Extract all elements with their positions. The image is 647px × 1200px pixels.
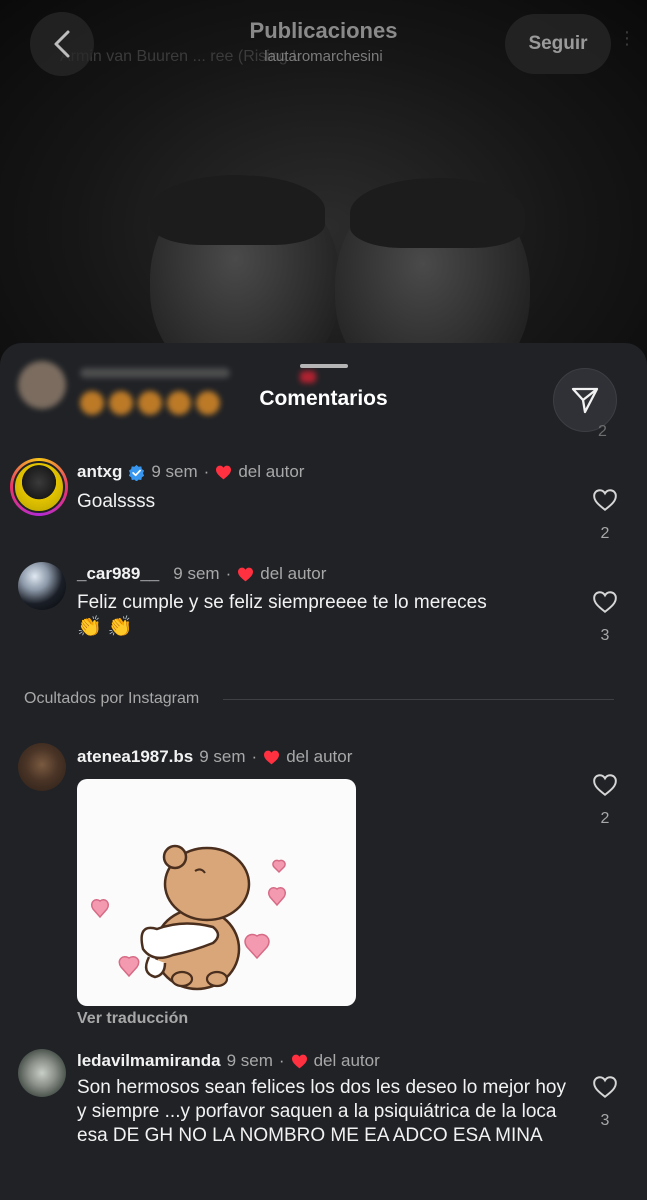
comment-time: 9 sem <box>226 1051 273 1070</box>
author-heart-icon <box>215 465 232 480</box>
like-count: 3 <box>600 627 610 644</box>
drag-handle[interactable] <box>300 364 348 368</box>
hidden-comments-label: Ocultados por Instagram <box>24 690 200 707</box>
author-like-label: del autor <box>260 564 327 583</box>
author-like-label: del autor <box>286 747 353 766</box>
see-translation-link[interactable]: Ver traducción <box>77 1010 188 1028</box>
avatar[interactable] <box>18 1049 66 1097</box>
avatar[interactable] <box>10 458 68 516</box>
person-left-hair <box>150 175 325 245</box>
comment-time: 9 sem <box>199 747 246 766</box>
sticker-image[interactable] <box>77 779 356 1006</box>
author-heart-icon <box>237 567 254 582</box>
verified-badge-icon <box>128 464 145 481</box>
comment-text: Goalssss <box>77 491 156 512</box>
comment-time: 9 sem <box>151 462 198 481</box>
comment-text: Son hermosos sean felices los dos les de… <box>77 1077 566 1146</box>
like-button[interactable]: 3 <box>590 1075 620 1130</box>
author-heart-icon <box>263 750 280 765</box>
ghost-like-count: 2 <box>598 423 607 440</box>
blurred-username <box>80 368 230 378</box>
comment-username[interactable]: antxg <box>77 462 122 482</box>
follow-button[interactable]: Seguir <box>505 14 611 74</box>
hidden-comments-divider[interactable]: Ocultados por Instagram <box>24 690 614 708</box>
heart-outline-icon <box>593 774 617 796</box>
like-count: 2 <box>600 525 610 542</box>
avatar[interactable] <box>18 562 66 610</box>
author-like-label: del autor <box>238 462 305 481</box>
comment-username[interactable]: ledavilmamiranda <box>77 1051 221 1071</box>
comment-meta: atenea1987.bs 9 sem · del autor <box>77 747 352 767</box>
comment-time: 9 sem <box>173 564 220 583</box>
heart-outline-icon <box>593 1076 617 1098</box>
separator-dot: · <box>278 1051 285 1070</box>
author-like-label: del autor <box>313 1051 380 1070</box>
comment-username[interactable]: atenea1987.bs <box>77 747 193 767</box>
bear-hug-sticker <box>90 844 287 991</box>
blurred-heart <box>300 371 316 383</box>
comment-meta: _car989__ 9 sem · del autor <box>77 564 326 584</box>
like-button[interactable]: 2 <box>590 773 620 828</box>
more-icon: ⋮ <box>618 28 636 48</box>
share-button[interactable] <box>553 368 617 432</box>
sheet-title: Comentarios <box>259 387 388 410</box>
separator-dot: · <box>203 462 210 481</box>
separator-dot: · <box>225 564 232 583</box>
person-right-hair <box>350 178 525 248</box>
blurred-comment-row <box>0 343 647 423</box>
like-button[interactable]: 3 <box>590 590 620 645</box>
avatar[interactable] <box>18 743 66 791</box>
like-button[interactable]: 2 <box>590 488 620 543</box>
like-count: 3 <box>600 1112 610 1129</box>
avatar-image <box>13 461 65 513</box>
divider-line <box>223 698 614 700</box>
author-heart-icon <box>291 1054 308 1069</box>
like-count: 2 <box>600 810 610 827</box>
clapping-hands-emoji: 👏 👏 <box>77 616 133 638</box>
separator-dot: · <box>251 747 258 766</box>
heart-outline-icon <box>593 489 617 511</box>
comment-username[interactable]: _car989__ <box>77 564 159 584</box>
top-bar: Armin van Buuren ... ree (Rising L Publi… <box>0 0 647 90</box>
comment-meta: antxg 9 sem · del autor <box>77 462 304 482</box>
comment-text: Feliz cumple y se feliz siempreeee te lo… <box>77 592 487 613</box>
comment-meta: ledavilmamiranda 9 sem · del autor <box>77 1051 380 1071</box>
heart-outline-icon <box>593 591 617 613</box>
send-icon <box>571 387 599 414</box>
